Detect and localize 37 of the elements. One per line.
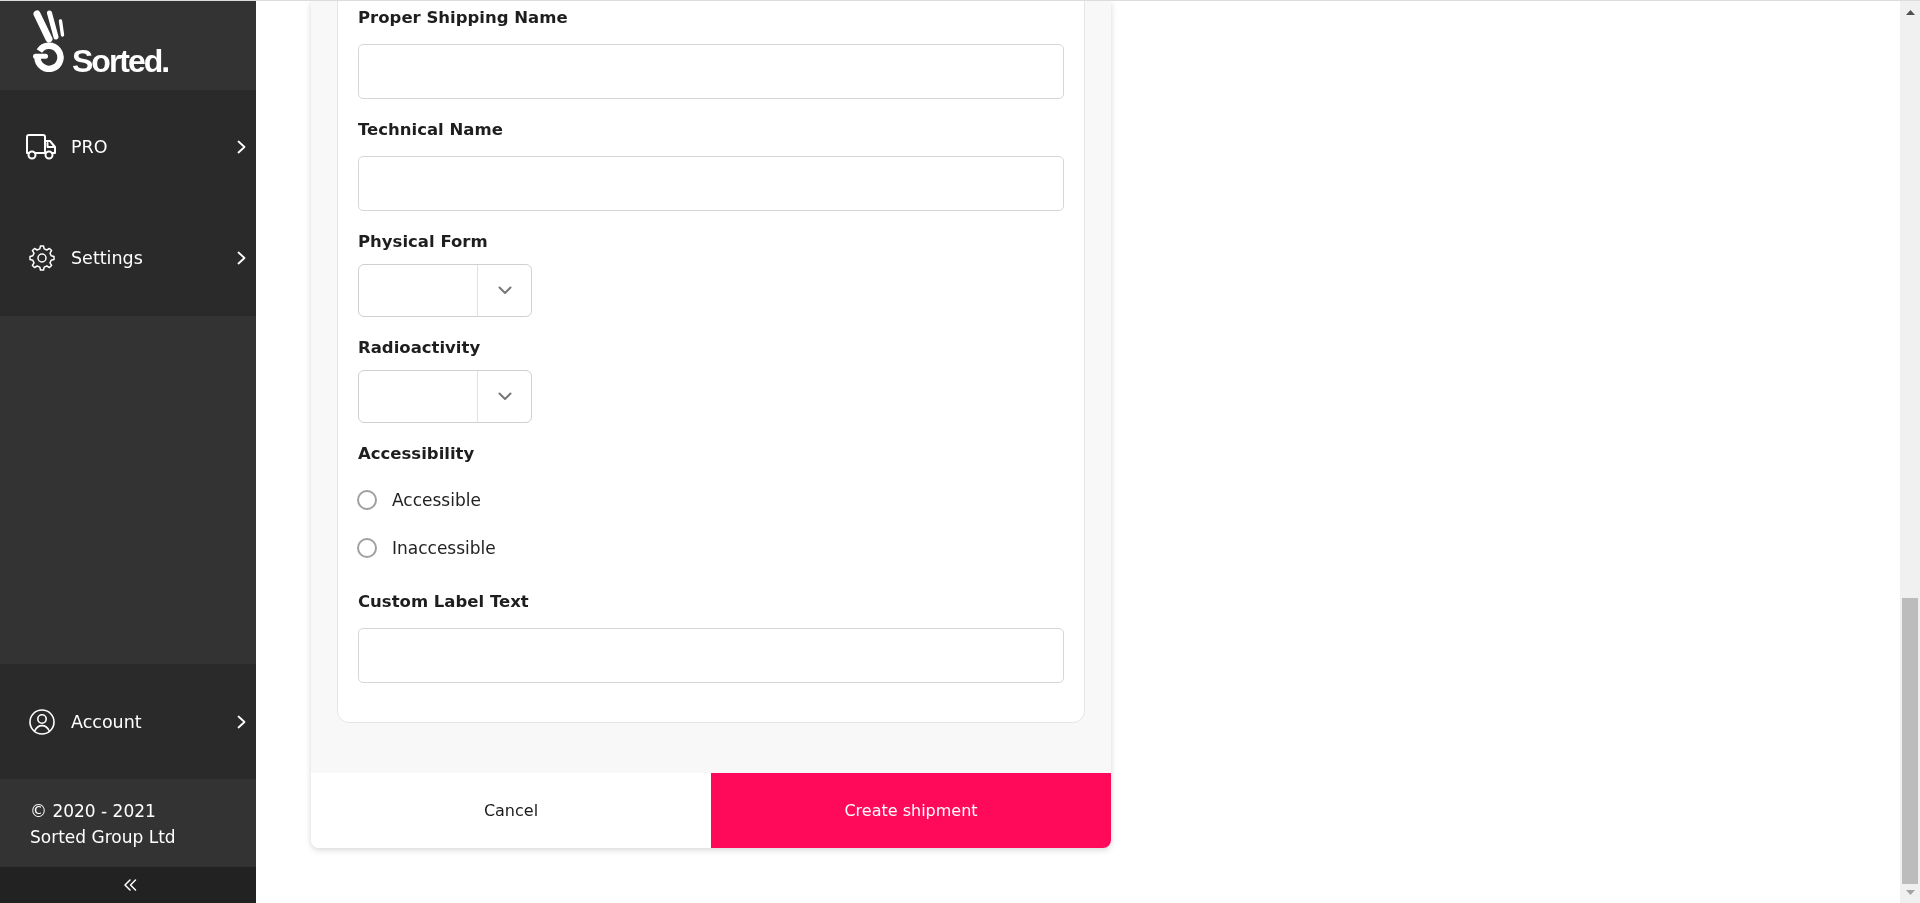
field-label: Custom Label Text <box>358 591 529 613</box>
truck-icon <box>25 133 57 160</box>
text-input[interactable] <box>358 156 1064 211</box>
chevron-right-icon <box>237 250 246 265</box>
copyright-text: © 2020 - 2021 <box>30 800 156 823</box>
dropdown-field[interactable] <box>358 264 532 317</box>
field-label: Accessibility <box>358 443 475 465</box>
company-name-text: Sorted Group Ltd <box>30 826 176 849</box>
collapse-sidebar-button[interactable] <box>0 867 256 903</box>
cancel-button[interactable]: Cancel <box>311 773 711 848</box>
dropdown-field[interactable] <box>358 370 532 423</box>
chevron-right-icon <box>237 714 246 729</box>
field-label: Technical Name <box>358 119 503 141</box>
chevron-down-icon <box>497 286 512 295</box>
field-label: Radioactivity <box>358 337 481 359</box>
create-shipment-button[interactable]: Create shipment <box>711 773 1111 848</box>
logo-text: Sorted. <box>72 43 169 79</box>
scrollbar-thumb[interactable] <box>1902 598 1918 884</box>
chevron-right-icon <box>237 139 246 154</box>
text-input[interactable] <box>358 628 1064 683</box>
scrollbar[interactable] <box>1900 1 1920 903</box>
radio-button[interactable] <box>357 490 377 510</box>
scroll-down-icon[interactable] <box>1905 890 1915 895</box>
settings-icon <box>29 244 55 271</box>
radio-label[interactable]: Inaccessible <box>392 538 496 558</box>
radio-label[interactable]: Accessible <box>392 490 481 510</box>
double-chevron-left-icon <box>123 879 137 891</box>
user-circle-icon <box>29 708 55 735</box>
chevron-down-icon <box>497 392 512 401</box>
field-label: Proper Shipping Name <box>358 7 568 29</box>
text-input[interactable] <box>358 44 1064 99</box>
nav-item[interactable]: Settings <box>0 202 256 313</box>
field-label: Physical Form <box>358 231 488 253</box>
radio-button[interactable] <box>357 538 377 558</box>
nav-item[interactable]: PRO <box>0 91 256 202</box>
account-button[interactable]: Account <box>0 664 256 779</box>
scroll-up-icon[interactable] <box>1905 10 1915 15</box>
